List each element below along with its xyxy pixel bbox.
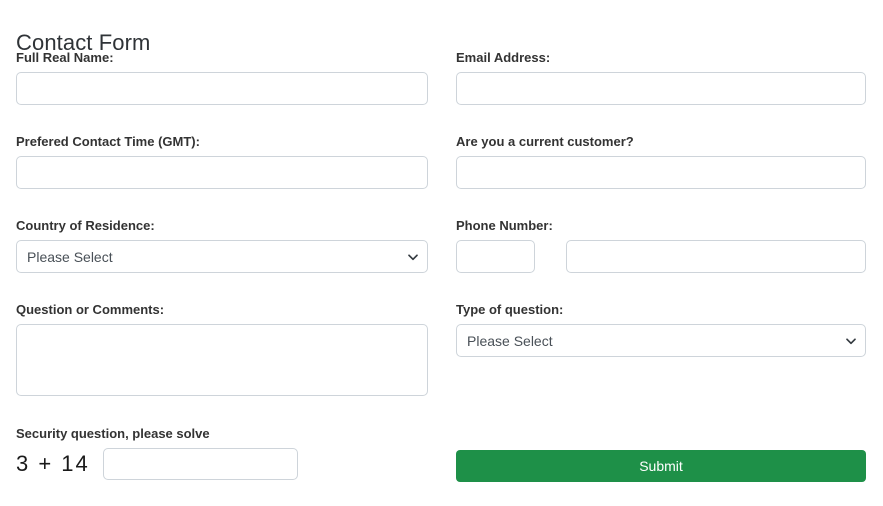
preferred-contact-time-label: Prefered Contact Time (GMT):: [16, 134, 428, 150]
field-phone: Phone Number:: [456, 218, 866, 273]
current-customer-input[interactable]: [456, 156, 866, 189]
security-question-label: Security question, please solve: [16, 426, 428, 442]
full-name-input[interactable]: [16, 72, 428, 105]
email-input[interactable]: [456, 72, 866, 105]
email-label: Email Address:: [456, 50, 866, 66]
field-preferred-contact-time: Prefered Contact Time (GMT):: [16, 134, 428, 189]
contact-form-page: Contact Form Full Real Name: Prefered Co…: [0, 0, 883, 506]
full-name-label: Full Real Name:: [16, 50, 428, 66]
question-type-select-value: Please Select: [467, 333, 553, 349]
right-column: Email Address: Are you a current custome…: [456, 0, 866, 506]
field-full-name: Full Real Name:: [16, 50, 428, 105]
left-column: Full Real Name: Prefered Contact Time (G…: [16, 0, 428, 506]
submit-button[interactable]: Submit: [456, 450, 866, 482]
comments-label: Question or Comments:: [16, 302, 428, 318]
current-customer-label: Are you a current customer?: [456, 134, 866, 150]
country-select-wrapper[interactable]: Please Select: [16, 240, 428, 273]
country-select[interactable]: Please Select: [16, 240, 428, 273]
field-current-customer: Are you a current customer?: [456, 134, 866, 189]
field-question-type: Type of question: Please Select: [456, 302, 866, 357]
security-question-expression: 3 + 14: [16, 449, 90, 479]
field-security-question: Security question, please solve 3 + 14: [16, 426, 428, 480]
country-select-value: Please Select: [27, 249, 113, 265]
question-type-label: Type of question:: [456, 302, 866, 318]
phone-number-input[interactable]: [566, 240, 866, 273]
security-answer-input[interactable]: [103, 448, 298, 480]
country-label: Country of Residence:: [16, 218, 428, 234]
phone-label: Phone Number:: [456, 218, 866, 234]
field-country: Country of Residence: Please Select: [16, 218, 428, 273]
preferred-contact-time-input[interactable]: [16, 156, 428, 189]
question-type-select-wrapper[interactable]: Please Select: [456, 324, 866, 357]
field-email: Email Address:: [456, 50, 866, 105]
phone-row: [456, 240, 866, 273]
field-comments: Question or Comments:: [16, 302, 428, 396]
field-submit: Submit: [456, 450, 866, 482]
security-question-row: 3 + 14: [16, 448, 428, 480]
comments-textarea[interactable]: [16, 324, 428, 396]
phone-prefix-input[interactable]: [456, 240, 535, 273]
question-type-select[interactable]: Please Select: [456, 324, 866, 357]
